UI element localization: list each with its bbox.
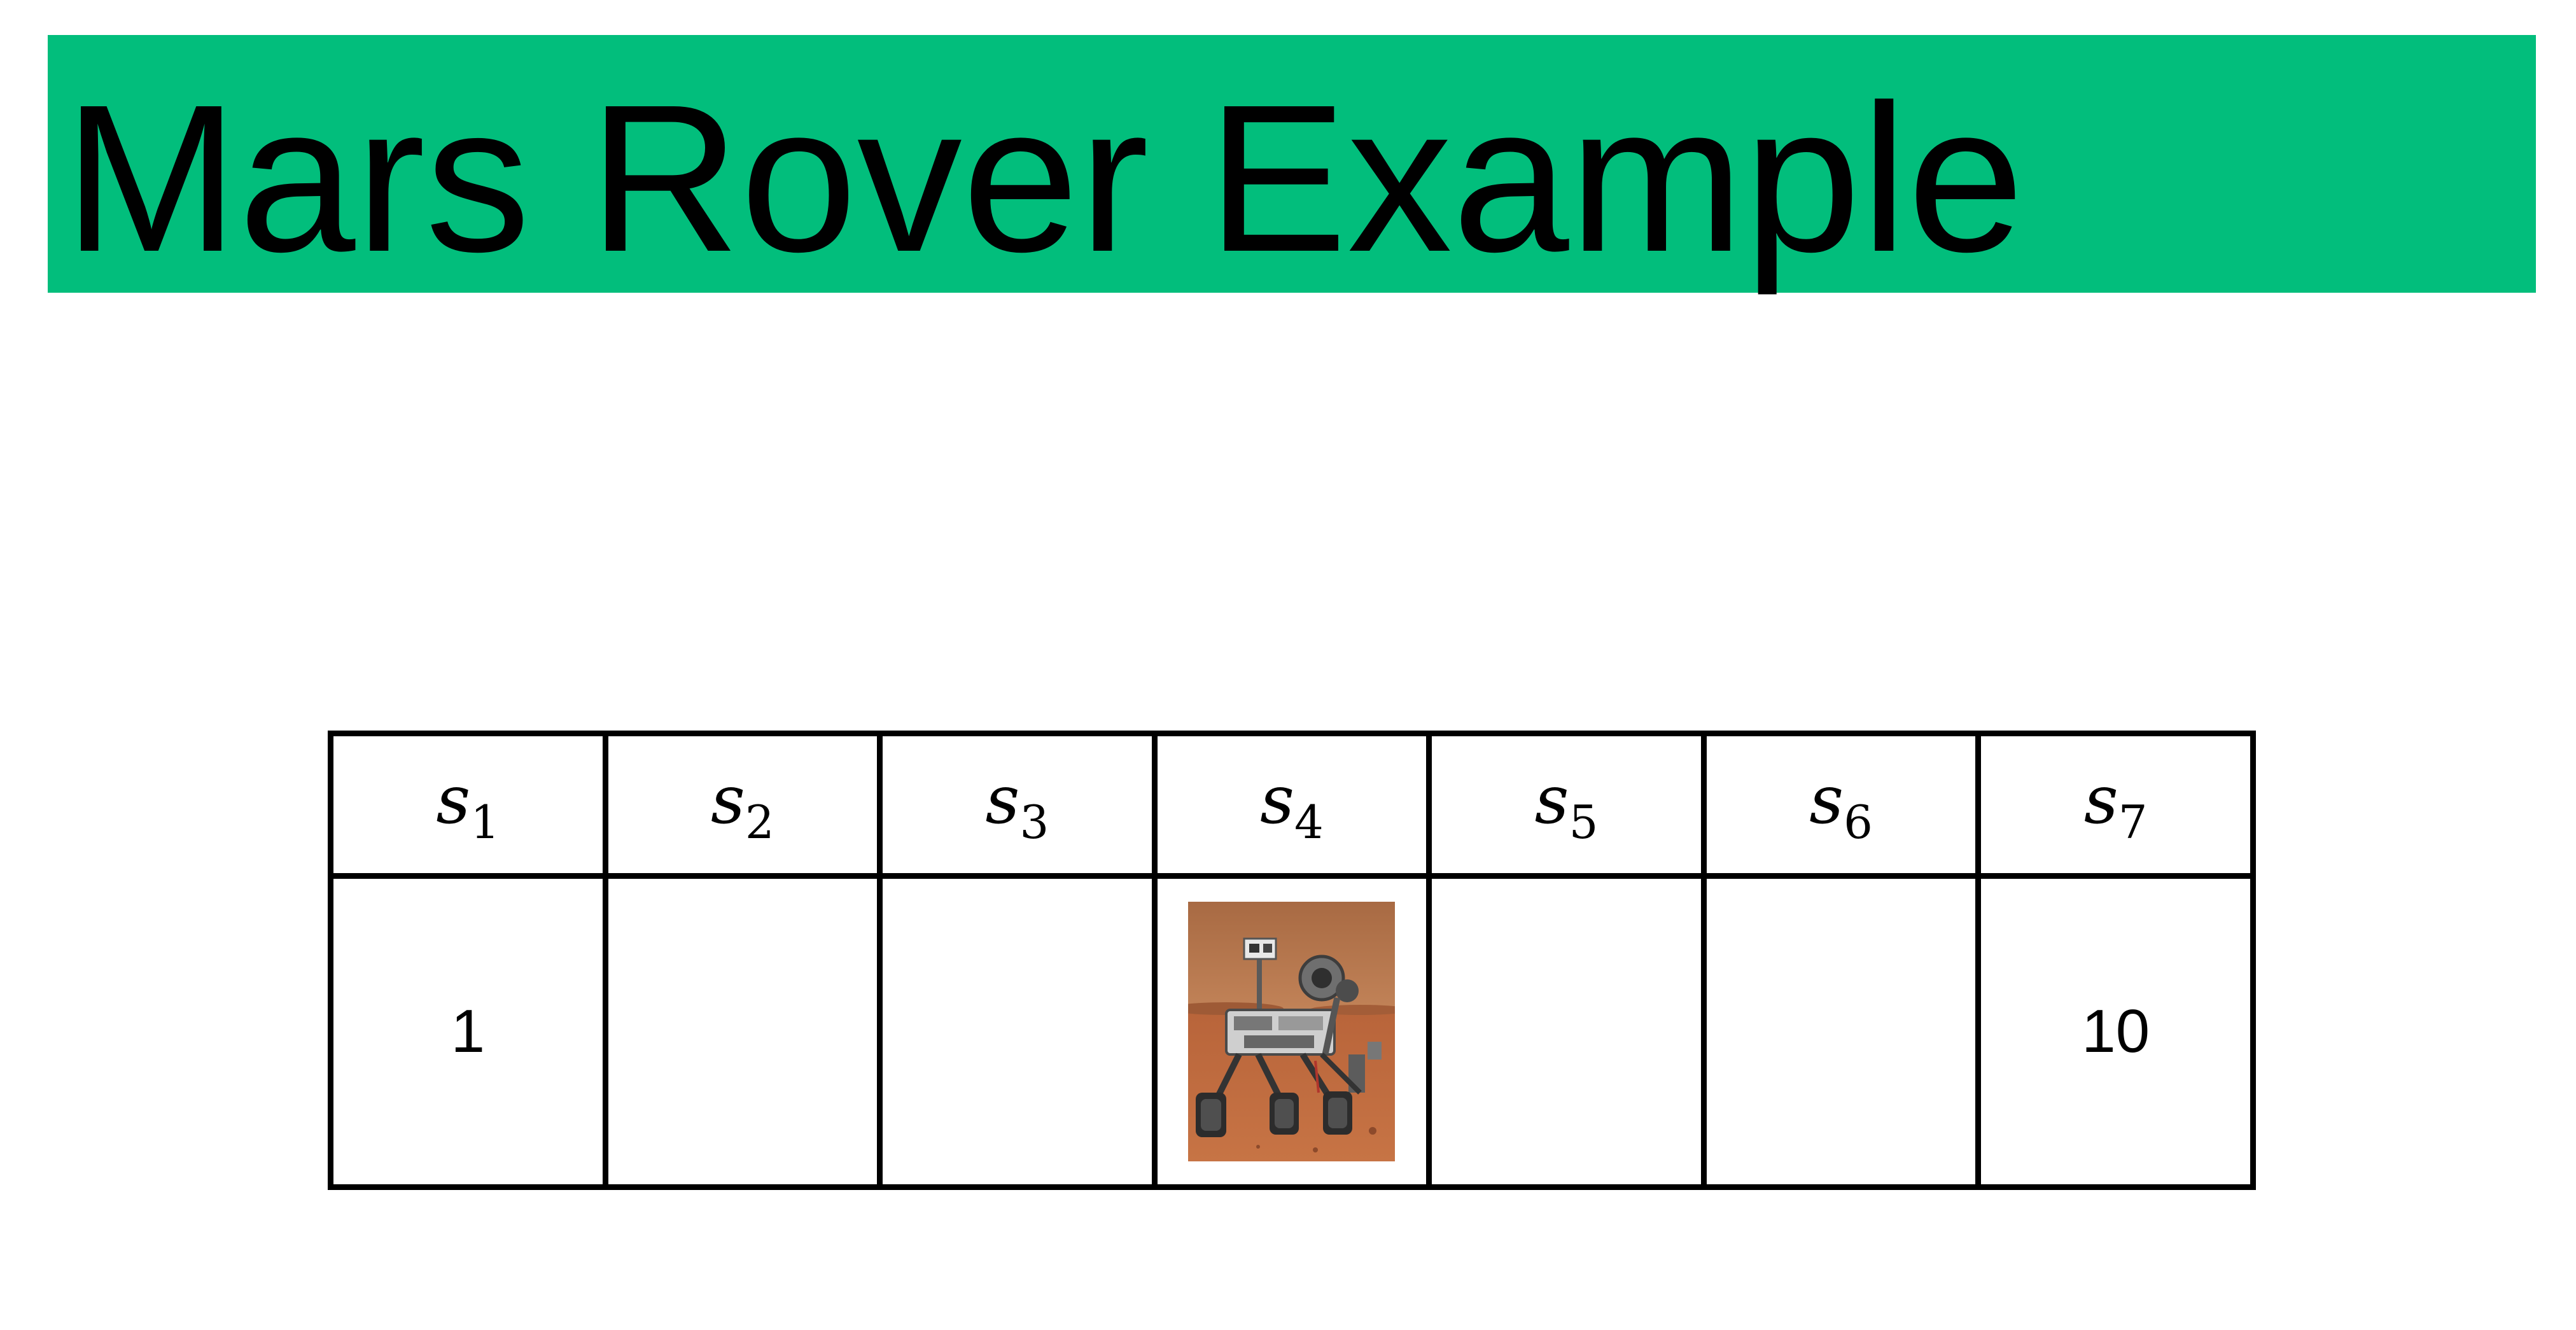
- state-cell-s1: s1: [328, 731, 608, 879]
- state-label-row: s1 s2 s3 s4 s5 s6 s7: [328, 731, 2256, 879]
- state-cell-s6: s6: [1700, 731, 1982, 879]
- reward-cell-s5: [1426, 873, 1707, 1190]
- state-label: s4: [1260, 760, 1324, 849]
- state-label: s1: [436, 760, 500, 849]
- state-cell-s7: s7: [1975, 731, 2256, 879]
- title-banner: Mars Rover Example: [48, 35, 2536, 293]
- state-label: s5: [1534, 760, 1599, 849]
- reward-cell-s6: [1700, 873, 1982, 1190]
- reward-cell-s1: 1: [328, 873, 608, 1190]
- state-cell-s3: s3: [877, 731, 1158, 879]
- state-cell-s2: s2: [602, 731, 883, 879]
- state-cell-s5: s5: [1426, 731, 1707, 879]
- state-label: s3: [985, 760, 1049, 849]
- reward-value: 1: [451, 997, 485, 1065]
- reward-row: 1 10: [328, 873, 2256, 1190]
- state-cell-s4: s4: [1151, 731, 1432, 879]
- mars-rover-icon: [1188, 902, 1396, 1161]
- state-grid: s1 s2 s3 s4 s5 s6 s7 1 10: [328, 731, 2256, 1190]
- state-label: s6: [1809, 760, 1873, 849]
- page-title: Mars Rover Example: [64, 60, 2024, 295]
- state-label: s7: [2083, 760, 2148, 849]
- reward-cell-s7: 10: [1975, 873, 2256, 1190]
- reward-cell-s2: [602, 873, 883, 1190]
- reward-cell-s3: [877, 873, 1158, 1190]
- reward-value: 10: [2082, 997, 2150, 1065]
- reward-cell-s4: [1151, 873, 1432, 1190]
- state-label: s2: [710, 760, 774, 849]
